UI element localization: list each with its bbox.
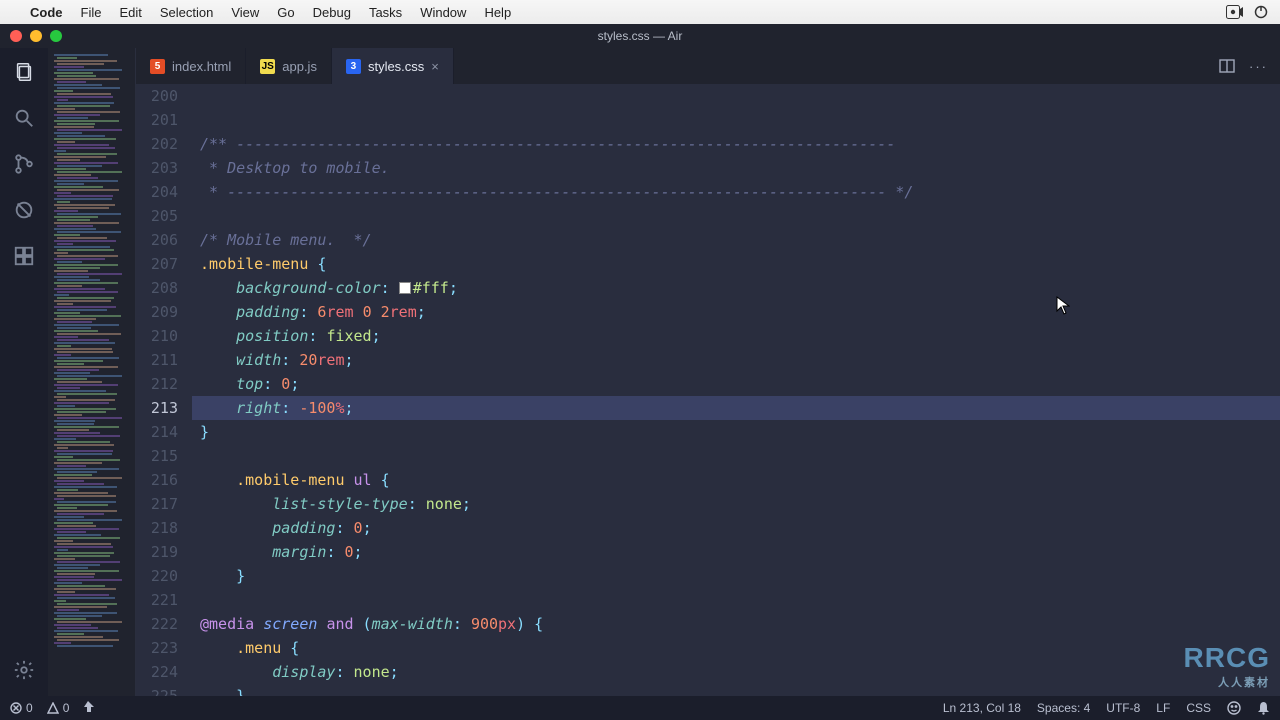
minimize-window-button[interactable] [30, 30, 42, 42]
live-share-icon[interactable] [83, 701, 95, 715]
tab-index-html[interactable]: 5 index.html [136, 48, 246, 84]
debug-icon[interactable] [12, 198, 36, 222]
menu-tasks[interactable]: Tasks [369, 5, 402, 20]
feedback-smiley-icon[interactable] [1227, 701, 1241, 715]
code-line[interactable] [192, 204, 1280, 228]
more-actions-icon[interactable]: ··· [1249, 59, 1268, 74]
tab-app-js[interactable]: JS app.js [246, 48, 332, 84]
editor-area: 5 index.html JS app.js 3 styles.css × ··· 2002… [136, 48, 1280, 696]
window-title: styles.css — Air [598, 29, 683, 43]
code-content[interactable]: /** ------------------------------------… [192, 84, 1280, 696]
menu-window[interactable]: Window [420, 5, 466, 20]
tab-label: app.js [282, 59, 317, 74]
tab-label: styles.css [368, 59, 424, 74]
code-line[interactable]: /** ------------------------------------… [192, 132, 1280, 156]
code-line[interactable]: background-color: #fff; [192, 276, 1280, 300]
line-gutter: 2002012022032042052062072082092102112122… [136, 84, 192, 696]
code-line[interactable]: .menu { [192, 636, 1280, 660]
menu-view[interactable]: View [231, 5, 259, 20]
status-errors[interactable]: 0 [10, 701, 33, 715]
code-line[interactable]: } [192, 564, 1280, 588]
editor-tabs: 5 index.html JS app.js 3 styles.css × ··· [136, 48, 1280, 84]
extensions-icon[interactable] [12, 244, 36, 268]
menu-file[interactable]: File [81, 5, 102, 20]
status-encoding[interactable]: UTF-8 [1106, 701, 1140, 715]
code-line[interactable]: .mobile-menu { [192, 252, 1280, 276]
source-control-icon[interactable] [12, 152, 36, 176]
code-line[interactable]: * Desktop to mobile. [192, 156, 1280, 180]
status-bar: 0 0 Ln 213, Col 18 Spaces: 4 UTF-8 LF CS… [0, 696, 1280, 720]
status-language[interactable]: CSS [1186, 701, 1211, 715]
traffic-lights [10, 30, 62, 42]
status-warnings[interactable]: 0 [47, 701, 70, 715]
menubar-tray [1226, 5, 1268, 19]
code-line[interactable] [192, 108, 1280, 132]
code-line[interactable]: top: 0; [192, 372, 1280, 396]
code-line[interactable]: } [192, 420, 1280, 444]
close-tab-icon[interactable]: × [431, 59, 439, 74]
code-line[interactable]: right: -100%; [192, 396, 1280, 420]
window-titlebar: styles.css — Air [0, 24, 1280, 48]
code-line[interactable] [192, 588, 1280, 612]
file-type-icon: 5 [150, 59, 165, 74]
code-line[interactable]: position: fixed; [192, 324, 1280, 348]
tab-styles-css[interactable]: 3 styles.css × [332, 48, 454, 84]
file-type-icon: JS [260, 59, 275, 74]
editor-tab-actions: ··· [1219, 48, 1280, 84]
warning-icon [47, 702, 59, 714]
file-type-icon: 3 [346, 59, 361, 74]
code-line[interactable]: list-style-type: none; [192, 492, 1280, 516]
code-line[interactable]: } [192, 684, 1280, 696]
code-line[interactable]: @media screen and (max-width: 900px) { [192, 612, 1280, 636]
code-line[interactable]: * --------------------------------------… [192, 180, 1280, 204]
error-icon [10, 702, 22, 714]
menu-selection[interactable]: Selection [160, 5, 213, 20]
macos-menubar: Code File Edit Selection View Go Debug T… [0, 0, 1280, 24]
minimap[interactable] [48, 48, 136, 696]
split-editor-icon[interactable] [1219, 58, 1235, 74]
color-swatch-icon [399, 282, 411, 294]
text-editor[interactable]: 2002012022032042052062072082092102112122… [136, 84, 1280, 696]
activity-bar [0, 48, 48, 696]
explorer-icon[interactable] [12, 60, 36, 84]
menu-help[interactable]: Help [484, 5, 511, 20]
menu-edit[interactable]: Edit [119, 5, 141, 20]
code-line[interactable]: margin: 0; [192, 540, 1280, 564]
tab-label: index.html [172, 59, 231, 74]
status-line-col[interactable]: Ln 213, Col 18 [943, 701, 1021, 715]
code-line[interactable]: padding: 6rem 0 2rem; [192, 300, 1280, 324]
code-line[interactable]: /* Mobile menu. */ [192, 228, 1280, 252]
bell-icon[interactable] [1257, 701, 1270, 715]
close-window-button[interactable] [10, 30, 22, 42]
search-icon[interactable] [12, 106, 36, 130]
app-name[interactable]: Code [30, 5, 63, 20]
code-line[interactable] [192, 84, 1280, 108]
screen-record-icon[interactable] [1226, 5, 1244, 19]
warning-count: 0 [63, 701, 70, 715]
error-count: 0 [26, 701, 33, 715]
menu-go[interactable]: Go [277, 5, 294, 20]
status-indent[interactable]: Spaces: 4 [1037, 701, 1090, 715]
code-line[interactable] [192, 444, 1280, 468]
workbench: 5 index.html JS app.js 3 styles.css × ··· 2002… [0, 48, 1280, 696]
zoom-window-button[interactable] [50, 30, 62, 42]
power-icon[interactable] [1254, 5, 1268, 19]
code-line[interactable]: display: none; [192, 660, 1280, 684]
code-line[interactable]: .mobile-menu ul { [192, 468, 1280, 492]
settings-gear-icon[interactable] [12, 658, 36, 682]
menu-debug[interactable]: Debug [313, 5, 351, 20]
code-line[interactable]: width: 20rem; [192, 348, 1280, 372]
code-line[interactable]: padding: 0; [192, 516, 1280, 540]
status-eol[interactable]: LF [1156, 701, 1170, 715]
